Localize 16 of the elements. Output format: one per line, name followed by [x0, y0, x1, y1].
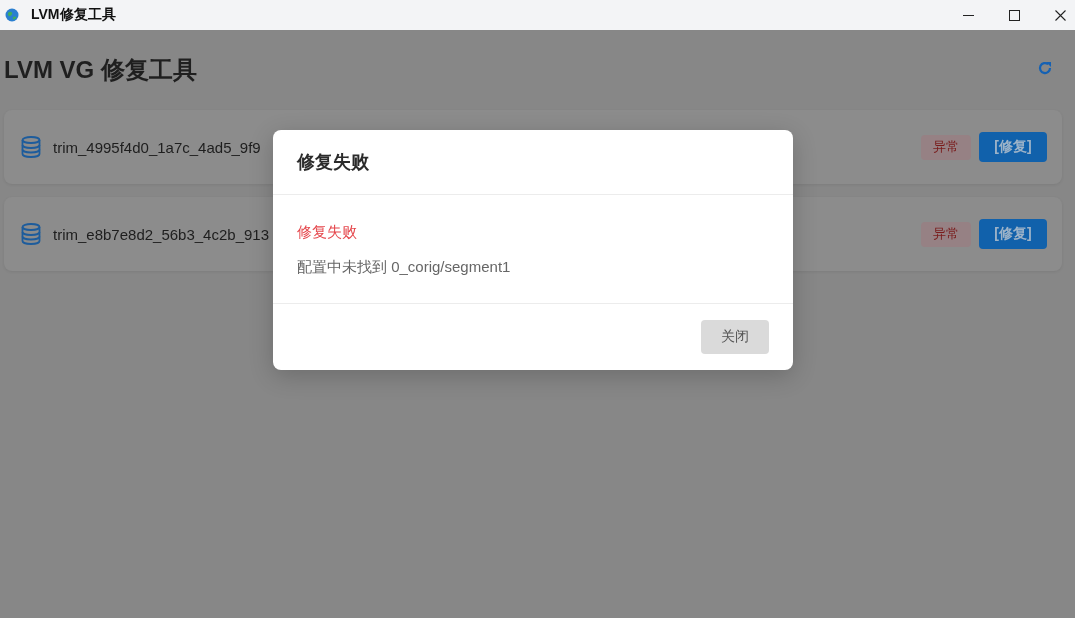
error-heading: 修复失败 [297, 222, 358, 242]
error-message: 配置中未找到 0_corig/segment1 [297, 257, 512, 277]
close-button[interactable]: 关闭 [701, 320, 769, 354]
status-badge: 异常 [921, 221, 971, 247]
page-heading: LVM VG 修复工具 [4, 55, 197, 85]
window-title: LVM修复工具 [31, 6, 117, 24]
database-icon [21, 136, 41, 158]
globe-icon [5, 8, 19, 22]
repair-button[interactable]: [修复] [979, 132, 1047, 162]
repair-button[interactable]: [修复] [979, 219, 1047, 249]
database-icon [21, 223, 41, 245]
volume-group-name: trim_e8b7e8d2_56b3_4c2b_913 [53, 225, 270, 243]
status-badge: 异常 [921, 134, 971, 160]
refresh-icon[interactable] [1037, 60, 1053, 76]
dialog-title: 修复失败 [297, 151, 369, 174]
volume-group-name: trim_4995f4d0_1a7c_4ad5_9f9 [53, 138, 261, 156]
